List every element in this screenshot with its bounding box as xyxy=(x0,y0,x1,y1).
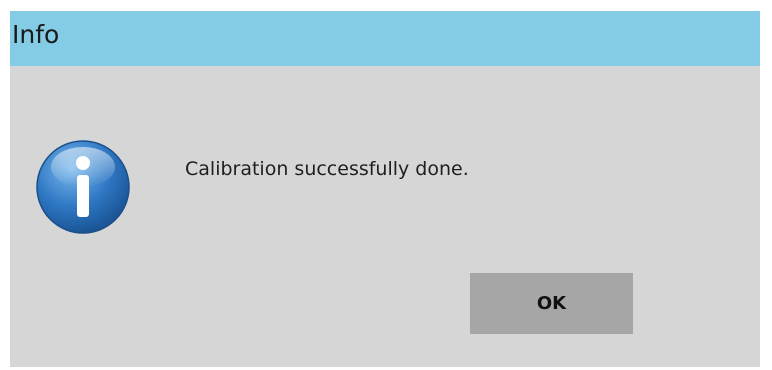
dialog-titlebar: Info xyxy=(10,11,760,66)
ok-button-label: OK xyxy=(536,293,567,314)
info-icon xyxy=(35,139,131,235)
info-dialog: Info Calibration successfully done. OK xyxy=(10,11,760,367)
dialog-message: Calibration successfully done. xyxy=(185,158,469,180)
dialog-title: Info xyxy=(12,20,60,49)
ok-button[interactable]: OK xyxy=(470,273,633,334)
